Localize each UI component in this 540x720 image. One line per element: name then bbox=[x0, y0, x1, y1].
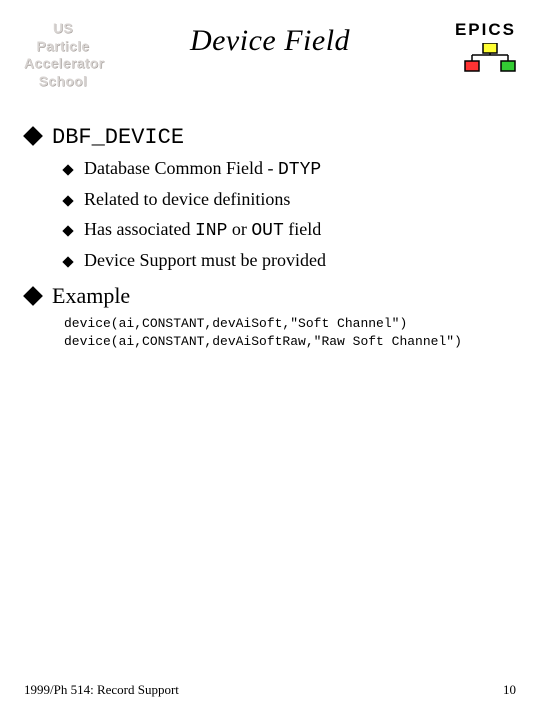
bullet-level1: DBF_DEVICE bbox=[26, 124, 516, 150]
diamond-bullet-icon bbox=[62, 225, 73, 236]
diamond-bullet-icon bbox=[23, 126, 43, 146]
list-item: Has associated INP or OUT field bbox=[64, 219, 516, 241]
slide-footer: 1999/Ph 514: Record Support 10 bbox=[24, 682, 516, 698]
diamond-bullet-icon bbox=[62, 256, 73, 267]
logo-line: Particle bbox=[24, 38, 102, 56]
section-heading: DBF_DEVICE bbox=[52, 125, 184, 150]
logo-line: US bbox=[24, 20, 102, 38]
section-heading: Example bbox=[52, 283, 130, 309]
footer-page-number: 10 bbox=[503, 682, 516, 698]
sub-bullet-list: Database Common Field - DTYP Related to … bbox=[26, 158, 516, 271]
diamond-bullet-icon bbox=[62, 164, 73, 175]
code-example: device(ai,CONSTANT,devAiSoft,"Soft Chann… bbox=[26, 315, 516, 350]
epics-label: EPICS bbox=[438, 20, 516, 40]
slide-title: Device Field bbox=[102, 20, 438, 58]
logo-line: Accelerator bbox=[24, 55, 102, 73]
list-item: Related to device definitions bbox=[64, 189, 516, 210]
footer-left: 1999/Ph 514: Record Support bbox=[24, 682, 179, 698]
list-item: Device Support must be provided bbox=[64, 250, 516, 271]
slide-header: US Particle Accelerator School Device Fi… bbox=[24, 20, 516, 90]
bullet-text: Device Support must be provided bbox=[84, 250, 326, 271]
slide-content: DBF_DEVICE Database Common Field - DTYP … bbox=[24, 124, 516, 350]
bullet-level1: Example bbox=[26, 283, 516, 309]
bullet-text: Database Common Field - DTYP bbox=[84, 158, 321, 180]
diamond-bullet-icon bbox=[62, 195, 73, 206]
logo-line: School bbox=[24, 73, 102, 91]
bullet-text: Has associated INP or OUT field bbox=[84, 219, 321, 241]
uspas-logo: US Particle Accelerator School bbox=[24, 20, 102, 90]
diamond-bullet-icon bbox=[23, 286, 43, 306]
bullet-text: Related to device definitions bbox=[84, 189, 290, 210]
list-item: Database Common Field - DTYP bbox=[64, 158, 516, 180]
epics-logo: EPICS bbox=[438, 20, 516, 82]
epics-icon bbox=[438, 43, 516, 82]
